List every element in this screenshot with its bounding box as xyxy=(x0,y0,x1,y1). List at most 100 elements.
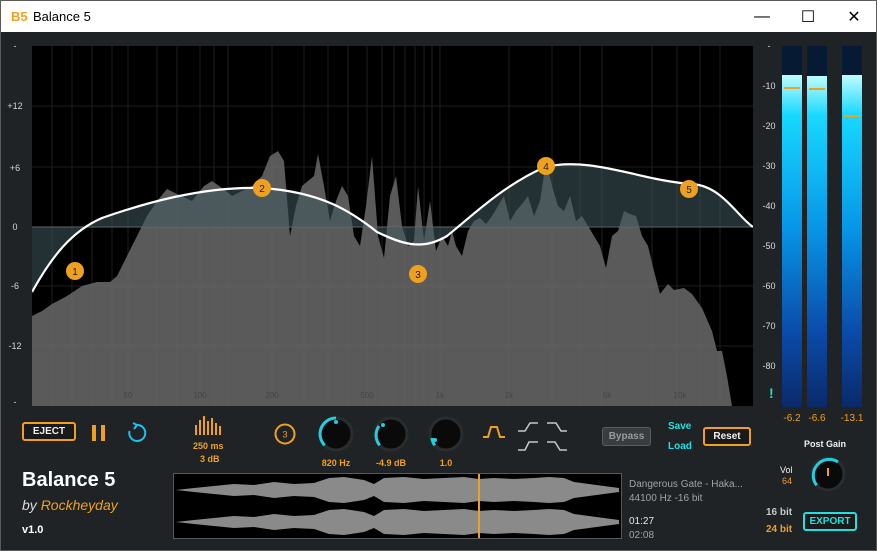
version-label: v1.0 xyxy=(22,524,44,536)
freq-label: 1k xyxy=(436,391,445,400)
post-gain-label: Post Gain xyxy=(804,439,847,449)
band-node-label: 1 xyxy=(72,267,78,278)
meter-output xyxy=(842,46,862,407)
band-selector-knob[interactable]: 3 xyxy=(273,422,297,446)
author-line: by Rockheyday xyxy=(22,497,118,513)
db-label: - xyxy=(13,397,17,407)
band-node-1[interactable]: 1 xyxy=(66,262,84,280)
eq-display[interactable]: 1 2 3 4 5 50 100 200 500 1k 2k 5k 10k xyxy=(32,46,753,406)
freq-label: 50 xyxy=(124,391,133,400)
close-button[interactable]: ✕ xyxy=(831,1,877,32)
author-name[interactable]: Rockheyday xyxy=(41,497,118,513)
meter-scale-label: -80 xyxy=(762,361,776,371)
band-node-4[interactable]: 4 xyxy=(537,157,555,175)
band-node-label: 3 xyxy=(415,270,421,281)
low-shelf-filter-icon[interactable] xyxy=(546,440,568,452)
post-gain-knob[interactable] xyxy=(808,454,848,494)
title-bar[interactable]: B5 Balance 5 — ☐ ✕ xyxy=(1,1,876,32)
clip-warning-icon: ! xyxy=(769,385,774,401)
product-title: Balance 5 xyxy=(22,469,116,491)
eq-graph[interactable]: 1 2 3 4 5 50 100 200 500 1k 2k 5k 10k xyxy=(32,46,753,406)
save-button[interactable]: Save xyxy=(668,421,691,432)
app-window: B5 Balance 5 — ☐ ✕ - +12 +6 0 -6 -12 - 1… xyxy=(0,0,877,551)
freq-label: 100 xyxy=(193,391,207,400)
db-label: -12 xyxy=(8,341,22,351)
band-node-label: 5 xyxy=(686,185,692,196)
waveform-display[interactable] xyxy=(173,473,622,539)
maximize-button[interactable]: ☐ xyxy=(785,1,831,32)
analyzer-bars-icon[interactable] xyxy=(194,415,224,435)
track-duration: 02:08 xyxy=(629,530,655,541)
app-logo-icon: B5 xyxy=(11,9,28,24)
analyzer-window-ms[interactable]: 250 ms xyxy=(193,441,224,451)
meter-scale-label: -50 xyxy=(762,241,776,251)
meter-scale-label: - xyxy=(767,41,771,51)
export-button[interactable]: EXPORT xyxy=(803,512,857,531)
meter-scale-label: -30 xyxy=(762,161,776,171)
analyzer-smoothing-db[interactable]: 3 dB xyxy=(200,454,220,464)
db-label: +12 xyxy=(7,101,23,111)
meter-scale-label: -60 xyxy=(762,281,776,291)
frequency-value: 820 Hz xyxy=(321,458,351,468)
bit-depth-16-option[interactable]: 16 bit xyxy=(766,507,792,518)
meter-value: -6.6 xyxy=(808,413,826,424)
freq-label: 10k xyxy=(674,391,688,400)
gain-knob[interactable] xyxy=(371,414,411,454)
plugin-body: - +12 +6 0 -6 -12 - 1 2 3 4 5 50 100 200… xyxy=(1,32,876,550)
gain-value: -4.9 dB xyxy=(375,458,406,468)
band-node-label: 4 xyxy=(543,162,549,173)
high-pass-filter-icon[interactable] xyxy=(517,440,539,452)
db-label: -6 xyxy=(10,281,19,291)
db-label: +6 xyxy=(9,163,21,173)
q-value: 1.0 xyxy=(439,458,453,468)
low-pass-filter-icon[interactable] xyxy=(546,421,568,433)
freq-label: 5k xyxy=(603,391,612,400)
minimize-button[interactable]: — xyxy=(739,1,785,32)
db-label: - xyxy=(13,41,17,51)
bell-filter-icon[interactable] xyxy=(482,425,506,439)
track-position: 01:27 xyxy=(629,516,655,527)
q-knob[interactable] xyxy=(426,414,466,454)
eject-button[interactable]: EJECT xyxy=(22,422,76,441)
band-selector-number: 3 xyxy=(282,430,287,440)
meter-peak-marker xyxy=(844,114,860,117)
high-shelf-filter-icon[interactable] xyxy=(517,421,539,433)
band-node-5[interactable]: 5 xyxy=(680,180,698,198)
bypass-button[interactable]: Bypass xyxy=(602,427,651,446)
meter-scale-label: -20 xyxy=(762,121,776,131)
vol-label: Vol xyxy=(780,465,793,475)
reset-button[interactable]: Reset xyxy=(703,427,751,446)
meter-scale-label: -10 xyxy=(762,81,776,91)
meter-right xyxy=(807,46,827,407)
meter-fill xyxy=(842,74,862,407)
track-name: Dangerous Gate - Haka... xyxy=(629,479,743,490)
pause-icon[interactable] xyxy=(90,423,108,443)
loop-icon[interactable] xyxy=(126,422,148,444)
playhead[interactable] xyxy=(478,474,480,538)
meter-fill xyxy=(807,76,827,407)
freq-label: 200 xyxy=(265,391,279,400)
meter-scale-label: -70 xyxy=(762,321,776,331)
freq-label: 2k xyxy=(505,391,514,400)
band-node-2[interactable]: 2 xyxy=(253,179,271,197)
band-node-label: 2 xyxy=(259,184,265,195)
meter-left xyxy=(782,46,802,407)
meter-fill xyxy=(782,74,802,407)
waveform-channel-right xyxy=(176,509,619,535)
waveform-channel-left xyxy=(176,477,619,503)
load-button[interactable]: Load xyxy=(668,441,692,452)
vol-value: 64 xyxy=(782,476,793,486)
band-node-3[interactable]: 3 xyxy=(409,265,427,283)
meter-value: -13.1 xyxy=(840,413,864,424)
frequency-knob[interactable] xyxy=(316,414,356,454)
db-label: 0 xyxy=(12,222,18,232)
freq-label: 500 xyxy=(360,391,374,400)
meter-peak-marker xyxy=(784,86,800,89)
bit-depth-24-option[interactable]: 24 bit xyxy=(766,524,792,535)
window-title: Balance 5 xyxy=(33,9,91,24)
meter-scale-label: -40 xyxy=(762,201,776,211)
waveform[interactable] xyxy=(174,474,621,538)
track-format: 44100 Hz -16 bit xyxy=(629,493,703,504)
by-text: by xyxy=(22,497,37,513)
meter-peak-marker xyxy=(809,88,825,91)
